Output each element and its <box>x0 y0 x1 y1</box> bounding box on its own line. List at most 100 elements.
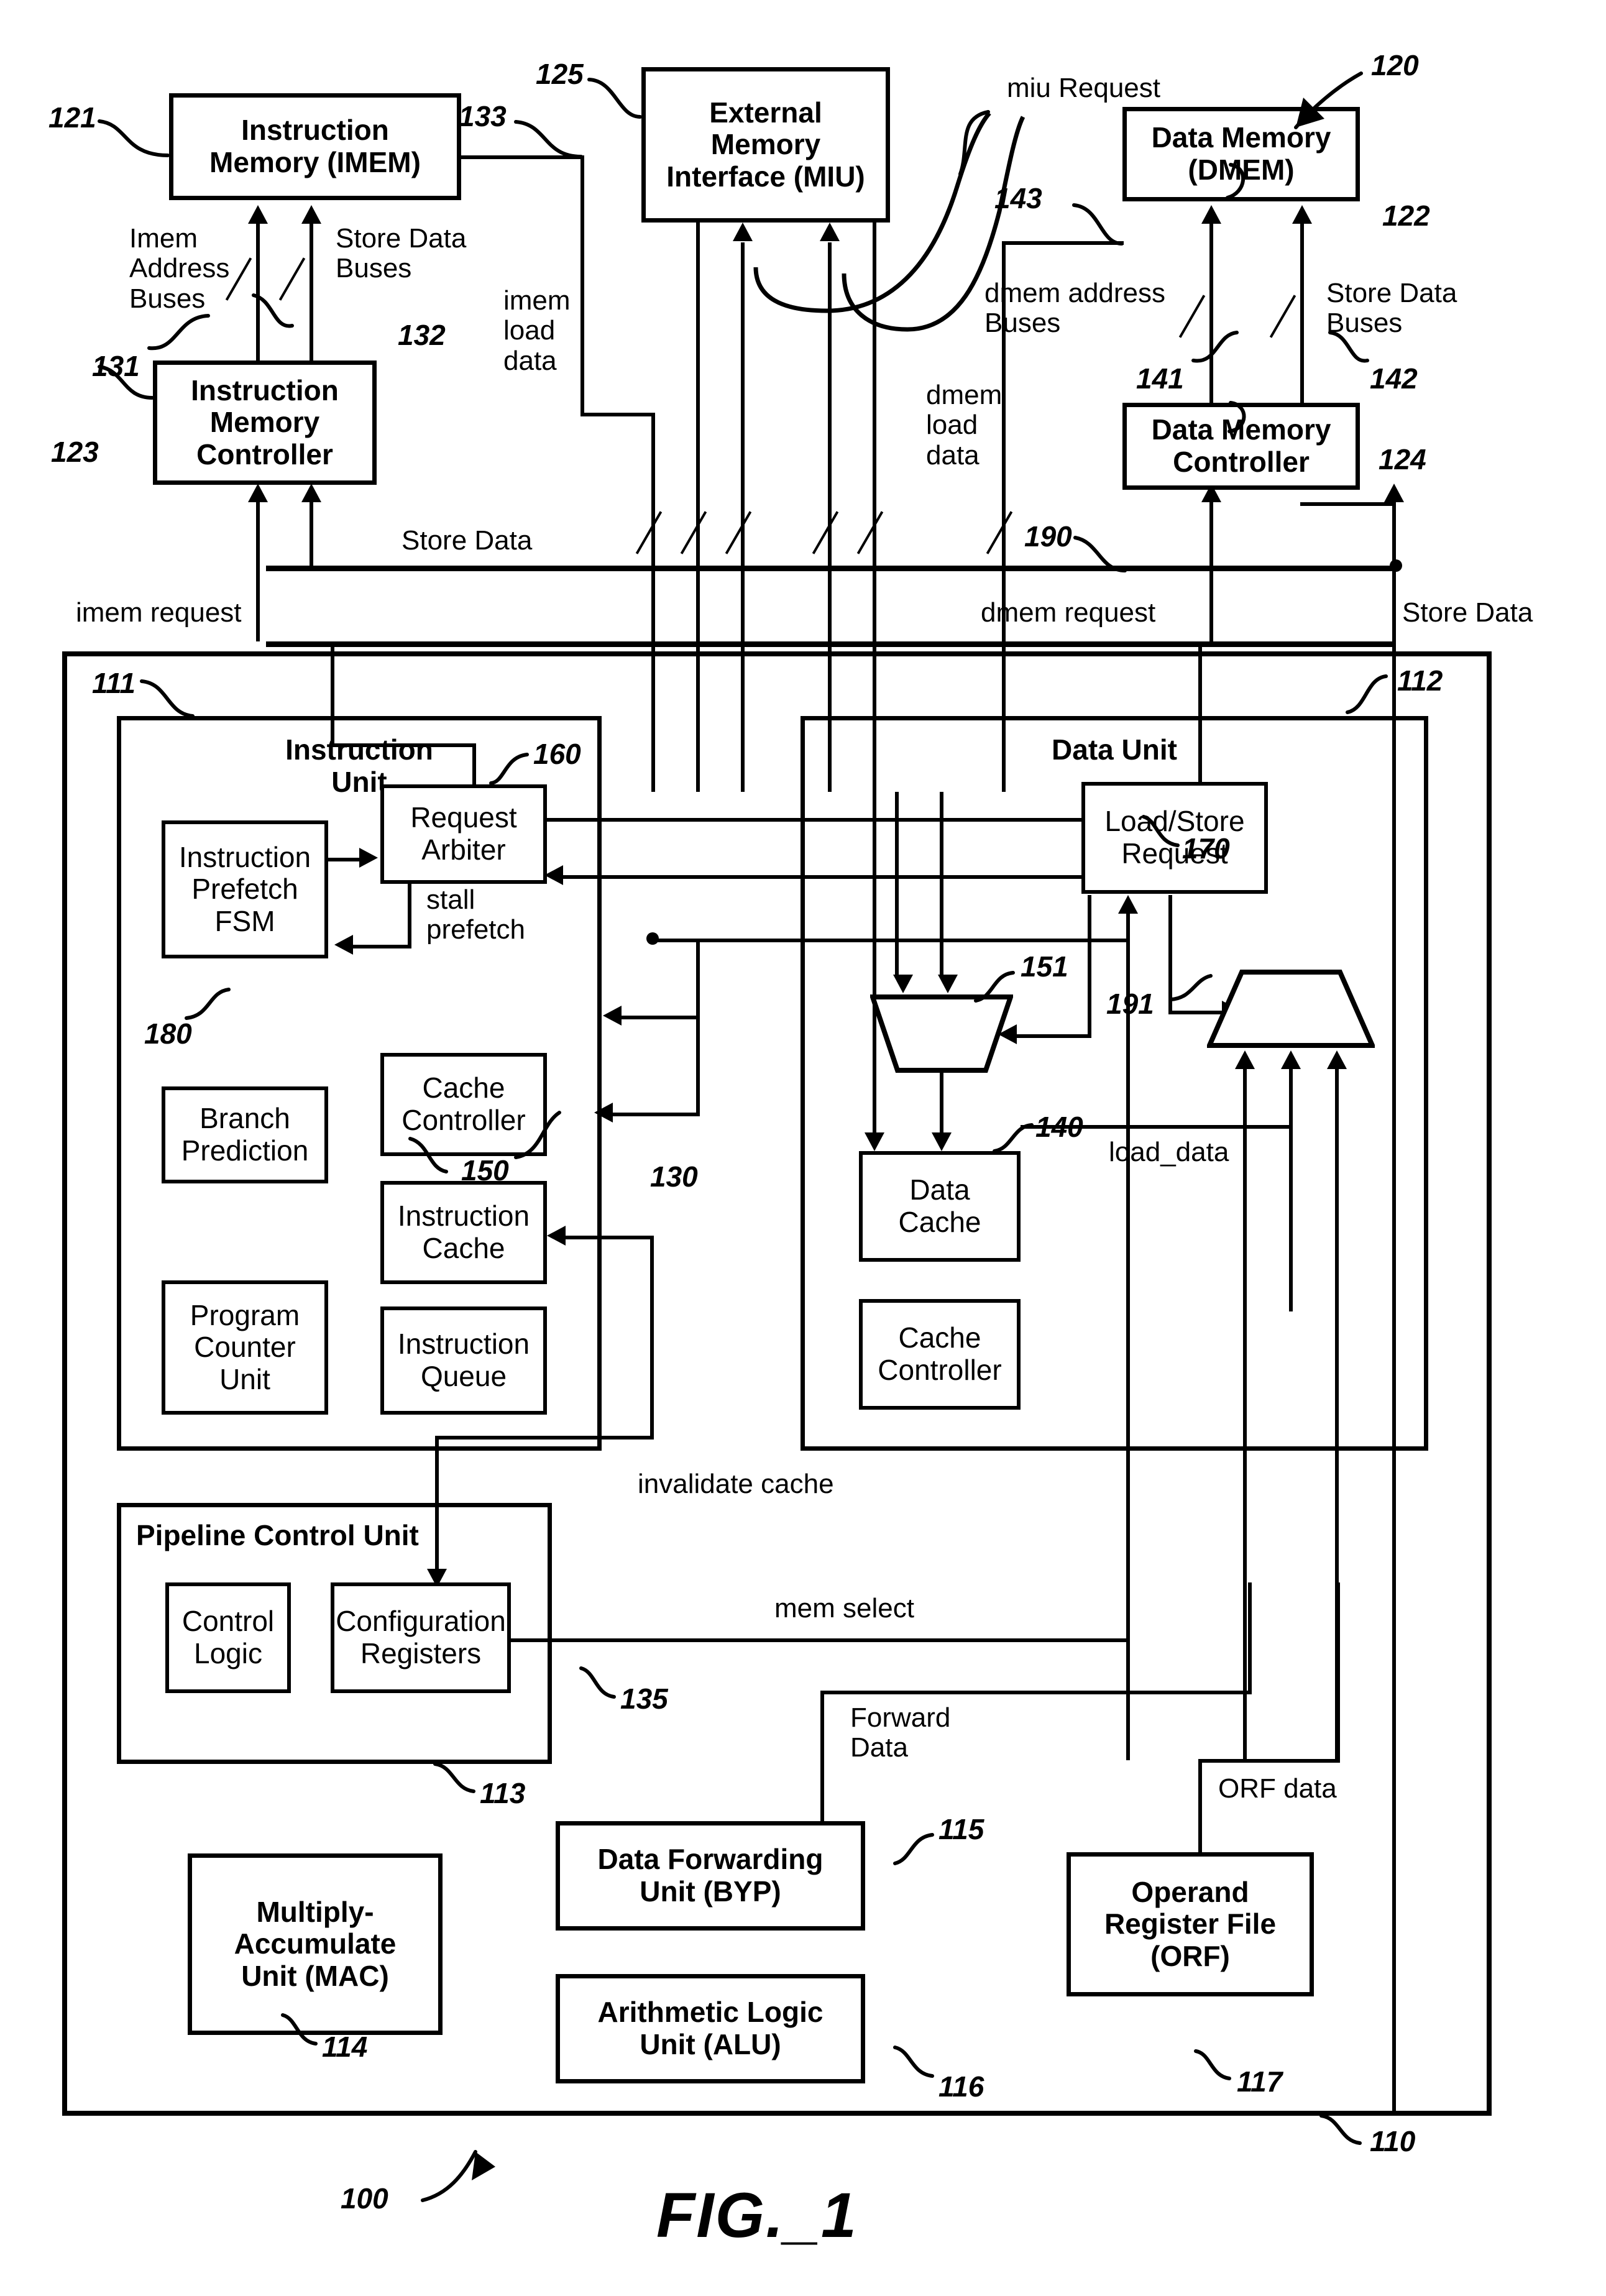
wire-arbiter-up-v <box>472 743 476 784</box>
ref-100: 100 <box>341 2182 388 2215</box>
wire-miu-bus-1 <box>696 223 700 792</box>
wire-mux191-in1 <box>1243 1069 1247 1760</box>
ref-114: 114 <box>322 2031 368 2063</box>
figure-caption: FIG._1 <box>656 2180 858 2251</box>
wire-invalidate-cache-h <box>435 1436 654 1440</box>
wire-dmem-load-data-top <box>1002 241 1124 245</box>
wire-mux191-in2 <box>1289 1069 1293 1311</box>
container-pipeline-control-unit-title: Pipeline Control Unit <box>136 1519 419 1551</box>
wire-miu-bus-4 <box>873 223 876 792</box>
label-dmem-address-buses: dmem address Buses <box>984 278 1166 339</box>
wire-arbiter-up-h <box>331 743 475 747</box>
ref-116: 116 <box>938 2070 984 2103</box>
block-operand-register-file: Operand Register File (ORF) <box>1067 1852 1314 1996</box>
block-data-memory-controller: Data Memory Controller <box>1122 403 1360 490</box>
ref-125-numeral: 125 <box>536 58 584 90</box>
label-store-data-upper: Store Data <box>402 525 533 556</box>
ref-191: 191 <box>1106 988 1154 1020</box>
wire-lsr-to-mux191-v <box>1168 895 1172 1014</box>
bus-slash-x1 <box>635 511 663 554</box>
wire-invalidate-cache-v1 <box>435 1436 439 1587</box>
bus150-line-3 <box>651 939 1126 942</box>
ref-132: 132 <box>398 319 446 351</box>
block-load-store-request: Load/Store Request <box>1081 782 1268 894</box>
ref-131: 131 <box>92 350 140 382</box>
ref-117: 117 <box>1237 2065 1283 2098</box>
wire-dmem-store-data-in <box>1392 502 1396 567</box>
block-external-memory-interface-label: External Memory Interface (MIU) <box>666 96 865 193</box>
ref-113: 113 <box>480 1777 526 1809</box>
label-store-data-right: Store Data <box>1402 597 1533 628</box>
wire-lsr-input-v <box>1126 914 1130 1760</box>
patent-figure-canvas: Instruction Memory (IMEM) 121 External M… <box>0 0 1606 2296</box>
block-arithmetic-logic-unit-label: Arithmetic Logic Unit (ALU) <box>597 1996 824 2060</box>
wire-arbiter-to-imem-request <box>331 641 334 746</box>
wire-prefetch-to-arbiter <box>328 858 359 861</box>
block-control-logic-label: Control Logic <box>181 1605 275 1669</box>
ref-142: 142 <box>1370 362 1418 395</box>
block-instruction-memory-controller-label: Instruction Memory Controller <box>191 374 339 471</box>
wire-stall-prefetch-v <box>408 884 411 948</box>
wire-imem-request <box>256 502 260 641</box>
label-imem-request: imem request <box>76 597 242 628</box>
ref-140: 140 <box>1035 1111 1083 1143</box>
label-stall-prefetch: stall prefetch <box>426 884 525 945</box>
ref-121: 121 <box>48 101 96 134</box>
label-miu-request: miu Request <box>1007 73 1161 103</box>
arrowhead-mux151-out <box>932 1132 952 1151</box>
arrowhead-dmem-address <box>1201 205 1221 224</box>
wire-invalidate-cache-v2 <box>650 1236 654 1438</box>
wire-imem-store-data-bus <box>310 224 313 362</box>
arrowhead-miu-bus-2 <box>733 223 753 241</box>
arrowhead-mux191-in1 <box>1235 1050 1255 1069</box>
label-imem-load-data: imem load data <box>503 285 571 376</box>
arrowhead-lsr-input <box>1118 895 1138 914</box>
container-data-unit-title: Data Unit <box>1052 733 1177 766</box>
block-instruction-queue-label: Instruction Queue <box>397 1328 530 1392</box>
label-imem-store-data-buses: Store Data Buses <box>336 223 467 284</box>
block-instruction-memory-label: Instruction Memory (IMEM) <box>209 114 421 178</box>
wire-lsr-up <box>1198 641 1202 783</box>
block-instruction-prefetch-fsm: Instruction Prefetch FSM <box>162 820 328 958</box>
ref-180: 180 <box>144 1017 192 1050</box>
arrowhead-bus150-feedback1 <box>603 1006 622 1026</box>
arrowhead-arbiter-in <box>544 865 563 885</box>
wire-miu-to-mux151-h <box>651 875 658 879</box>
wire-dcachein-2 <box>940 792 943 975</box>
arrowhead-icache-invalidate <box>547 1226 566 1246</box>
wire-mux151-out <box>940 1070 943 1132</box>
wire-dmem-ctrl-store-join <box>1300 502 1396 506</box>
ref-170: 170 <box>1182 832 1230 865</box>
block-configuration-registers: Configuration Registers <box>331 1582 511 1693</box>
block-multiply-accumulate-unit: Multiply- Accumulate Unit (MAC) <box>188 1853 443 2035</box>
wire-store-data-right-down <box>1392 566 1396 2115</box>
label-dmem-request: dmem request <box>981 597 1156 628</box>
wire-dcache-left-in <box>873 792 876 1132</box>
label-orf-data: ORF data <box>1218 1773 1337 1804</box>
bus-slash-x3 <box>725 511 752 554</box>
ref-115: 115 <box>938 1813 984 1845</box>
block-data-cache-controller-label: Cache Controller <box>878 1321 1002 1386</box>
block-request-arbiter: Request Arbiter <box>380 784 547 884</box>
bus-store-data-190 <box>266 566 1396 571</box>
block-program-counter-unit-label: Program Counter Unit <box>190 1298 300 1395</box>
arrowhead-mux191-in2 <box>1281 1050 1301 1069</box>
block-instruction-cache-label: Instruction Cache <box>397 1200 530 1264</box>
ref-110: 110 <box>1370 2125 1416 2157</box>
arrowhead-dcache-left-in <box>865 1132 884 1151</box>
arrowhead-mux191-in3 <box>1327 1050 1347 1069</box>
block-branch-prediction-label: Branch Prediction <box>181 1102 309 1167</box>
bus-slash-x4 <box>812 511 839 554</box>
label-mem-select: mem select <box>774 1593 914 1623</box>
wire-orf-data-v <box>1198 1759 1202 1855</box>
label-load-data: load_data <box>1109 1137 1229 1167</box>
bus150-feedback-v1 <box>696 939 700 1019</box>
arrowhead-imem-store-data-in <box>301 484 321 502</box>
bus-slash-x6 <box>986 511 1013 554</box>
ref-123: 123 <box>51 436 99 468</box>
ref-111: 111 <box>92 667 135 699</box>
wire-imem-load-data-down <box>651 413 655 792</box>
ref-141: 141 <box>1136 362 1184 395</box>
block-instruction-queue: Instruction Queue <box>380 1306 547 1415</box>
block-configuration-registers-label: Configuration Registers <box>336 1605 506 1669</box>
